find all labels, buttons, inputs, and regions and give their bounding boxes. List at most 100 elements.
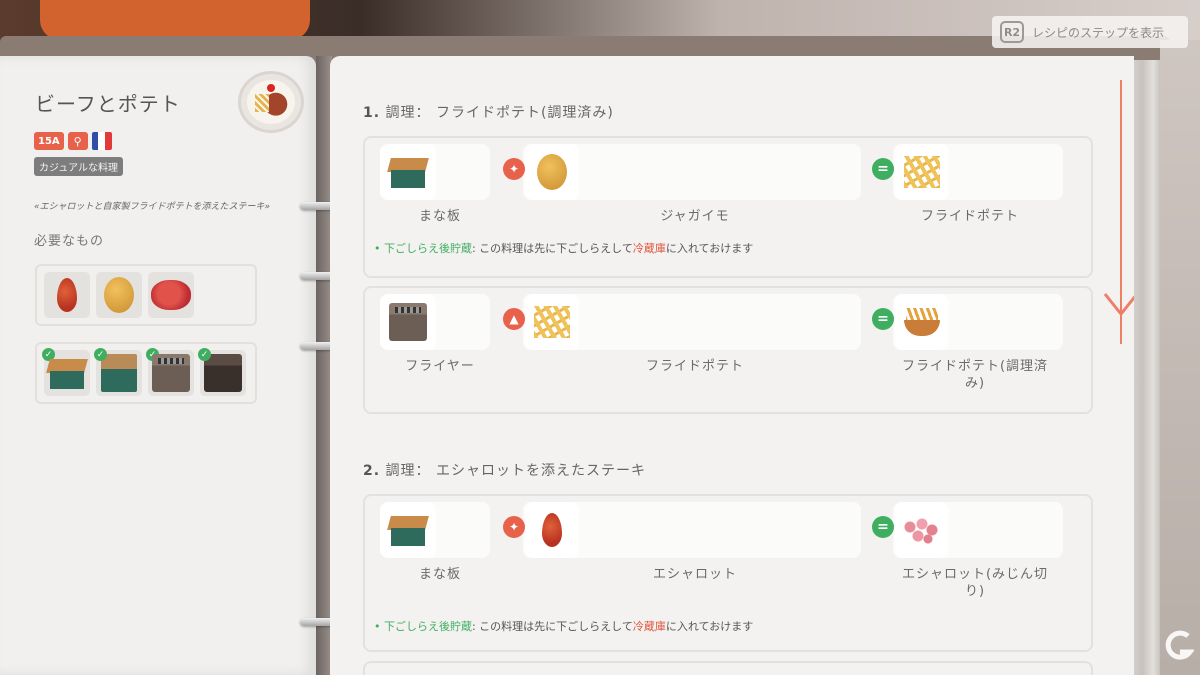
background-right [1160,40,1200,675]
prep-storage-note: • 下ごしらえ後貯蔵: この料理は先に下ごしらえして冷蔵庫に入れておけます [374,618,753,634]
input-cell [523,502,861,558]
note-tag: • 下ごしらえ後貯蔵 [374,620,472,633]
tool-list: ✓ ✓ ✓ ✓ [35,342,257,404]
tool-stove[interactable]: ✓ [198,348,246,396]
shallot-icon [57,278,77,312]
ingredient-potato[interactable] [96,272,142,318]
recipe-title: ビーフとポテト [35,92,181,116]
shallot-icon [542,513,562,547]
note-highlight: 冷蔵庫 [632,242,666,255]
site-logo-icon [1164,630,1195,664]
needed-items-label: 必要なもの [34,234,105,249]
output-cell [893,502,1063,558]
recipe-summary-page: ビーフとポテト 15A ⚲ カジュアルな料理 «エシャロットと自家製フライドポテ… [0,56,316,675]
output-cell [893,294,1063,350]
step-2-header: 2. 調理： エシャロットを添えたステーキ [363,460,646,480]
step-1-row-1: ✦ = まな板 ジャガイモ フライドポテト • 下ごしらえ後貯蔵: この料理は先… [363,136,1093,278]
r2-button-icon: R2 [1000,21,1024,43]
step-2-row-1: ✦ = まな板 エシャロット エシャロット(みじん切 り) • 下ごしらえ後貯蔵… [363,494,1093,652]
work-box-icon [101,354,137,392]
equals-icon: = [872,158,894,180]
france-flag-icon [91,132,112,150]
potato-icon [537,154,567,190]
tool-cell [380,294,490,350]
tool-label: まな板 [418,567,461,582]
minced-shallot-icon [902,515,942,545]
next-step-card [363,661,1093,675]
step-1-row-2: ▲ = フライヤー フライドポテト フライドポテト(調理済 み) [363,286,1093,414]
tool-label: まな板 [418,209,461,224]
stove-icon [204,354,242,392]
note-text-end: に入れておけます [665,242,754,255]
output-label: エシャロット(みじん切 り) [885,566,1065,600]
fries-output[interactable] [895,144,949,200]
recipe-steps-page[interactable]: 1. 調理： フライドポテト(調理済み) ✦ = まな板 ジャガイモ フライドポ… [330,56,1134,675]
note-text: : この料理は先に下ごしらえして [471,242,633,255]
tool-cell [380,502,490,558]
step-1-header: 1. 調理： フライドポテト(調理済み) [363,102,614,122]
recipe-badges: 15A ⚲ [34,132,112,150]
cutting-board-icon [387,154,429,190]
note-highlight: 冷蔵庫 [632,620,666,633]
output-label-line-2: り) [964,584,986,599]
fries-icon [534,306,570,338]
cutting-board-icon [46,355,88,391]
check-icon: ✓ [94,348,107,361]
tool-fryer[interactable]: ✓ [146,348,194,396]
fryer-icon [389,303,427,341]
show-recipe-steps-prompt[interactable]: R2 レシピのステップを表示 [992,16,1188,48]
minced-shallot-output[interactable] [895,502,949,558]
fries-ingredient[interactable] [525,294,579,350]
dish-thumbnail [238,71,304,133]
output-label-line-1: フライドポテト(調理済 [901,359,1049,374]
cooked-fries-output[interactable] [895,294,949,350]
scroll-down-arrow-icon[interactable] [1103,290,1134,318]
cutting-board-tool[interactable] [380,502,436,558]
prompt-label: レシピのステップを表示 [1032,25,1165,40]
tool-cutting-board[interactable]: ✓ [42,348,90,396]
note-text: : この料理は先に下ごしらえして [471,620,633,633]
ingredient-meat[interactable] [148,272,194,318]
input-cell [523,144,861,200]
category-badge: カジュアルな料理 [34,157,123,176]
dish-plate-icon [247,80,295,124]
step-title: 調理： フライドポテト(調理済み) [385,105,614,121]
step-title: 調理： エシャロットを添えたステーキ [385,463,646,479]
prep-storage-note: • 下ごしらえ後貯蔵: この料理は先に下ごしらえして冷蔵庫に入れておけます [374,240,753,256]
level-badge: 15A [34,132,64,150]
potato-icon [104,277,134,313]
tool-cell [380,144,490,200]
output-label: フライドポテト [920,209,1019,224]
input-label: ジャガイモ [660,209,730,224]
fryer-icon [152,354,190,392]
equals-icon: = [872,308,894,330]
shallot-ingredient[interactable] [525,502,579,558]
output-cell [893,144,1063,200]
recipe-description: «エシャロットと自家製フライドポテトを添えたステーキ» [34,202,271,212]
input-cell [523,294,861,350]
potato-ingredient[interactable] [525,144,579,200]
step-number: 1. [363,105,381,121]
input-label: フライドポテト [645,359,744,374]
cooked-fries-icon [902,306,942,338]
cutting-board-icon [387,512,429,548]
step-number: 2. [363,463,381,479]
check-icon: ✓ [198,348,211,361]
output-label-line-2: み) [964,376,986,391]
cutting-board-tool[interactable] [380,144,436,200]
note-tag: • 下ごしらえ後貯蔵 [374,242,472,255]
ingredient-list [35,264,257,326]
fire-icon: ▲ [503,308,525,330]
knife-icon: ✦ [503,516,525,538]
ingredient-shallot[interactable] [44,272,90,318]
knife-icon: ✦ [503,158,525,180]
fries-icon [904,156,940,188]
output-label: フライドポテト(調理済 み) [885,358,1065,392]
tool-label: フライヤー [405,359,475,374]
beef-icon [151,280,191,310]
fryer-tool[interactable] [380,294,436,350]
note-text-end: に入れておけます [665,620,754,633]
input-label: エシャロット [652,567,737,582]
equals-icon: = [872,516,894,538]
tool-work-box[interactable]: ✓ [94,348,142,396]
